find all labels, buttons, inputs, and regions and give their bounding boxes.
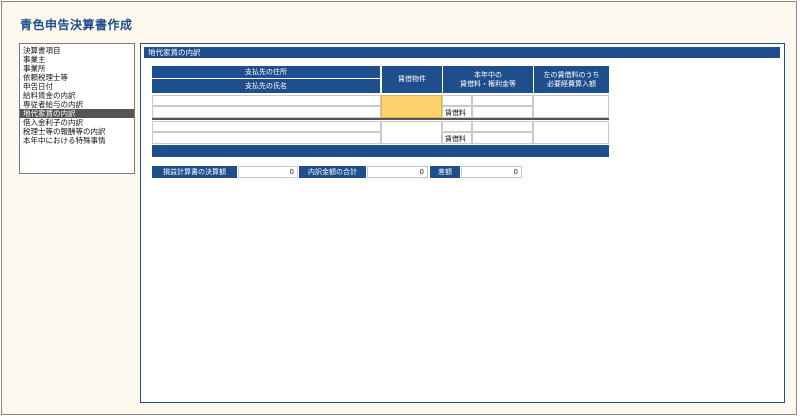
pl-amount-value[interactable]: 0 <box>238 166 298 178</box>
breakdown-total-value[interactable]: 0 <box>367 166 428 178</box>
expense-input-2[interactable] <box>533 121 609 144</box>
sidebar-item[interactable]: 専従者給与の内訳 <box>20 100 134 109</box>
payee-name-input-1[interactable] <box>152 106 381 118</box>
app-title: 青色申告決算書作成 <box>20 18 133 32</box>
main-panel: 地代家賃の内訳 支払先の住所 支払先の氏名 賃借物件 本年中の 賃借料・権利金等… <box>140 43 785 403</box>
sidebar-item[interactable]: 給料賃金の内訳 <box>20 91 134 100</box>
col-header-payee-name: 支払先の氏名 <box>152 79 380 93</box>
amount-input-2b[interactable] <box>472 132 533 144</box>
payee-address-input-2[interactable] <box>152 121 381 132</box>
difference-value[interactable]: 0 <box>461 166 522 178</box>
expense-input-1[interactable] <box>533 95 609 118</box>
breakdown-total-label: 内訳金額の合計 <box>299 166 366 178</box>
sidebar-item[interactable]: 借入金利子の内訳 <box>20 118 134 127</box>
app-window: 青色申告決算書作成 決算書項目 事業主 事業所 依頼税理士等 申告日付 給料賃金の内訳 専従… <box>1 1 797 415</box>
key-money-input-1[interactable] <box>442 95 472 106</box>
amount-input-2a[interactable] <box>472 121 533 132</box>
sidebar-item[interactable]: 事業主 <box>20 55 134 64</box>
sidebar-list[interactable]: 決算書項目 事業主 事業所 依頼税理士等 申告日付 給料賃金の内訳 専従者給与の内訳 地代家賃… <box>19 43 135 174</box>
property-input-2[interactable] <box>381 121 442 144</box>
payee-name-input-2[interactable] <box>152 132 381 144</box>
pl-amount-label: 損益計算書の決算額 <box>152 166 237 178</box>
table-footer-band <box>152 145 609 157</box>
payee-address-input-1[interactable] <box>152 95 381 106</box>
sidebar-item[interactable]: 申告日付 <box>20 82 134 91</box>
difference-label: 差額 <box>430 166 460 178</box>
sidebar-item[interactable]: 依頼税理士等 <box>20 73 134 82</box>
sidebar-item[interactable]: 地代家賃の内訳 <box>20 109 134 118</box>
rent-label-2: 賃借料 <box>442 132 472 144</box>
col-header-amount: 本年中の 賃借料・権利金等 <box>442 66 533 93</box>
sidebar-item[interactable]: 事業所 <box>20 64 134 73</box>
property-input-1[interactable] <box>381 95 442 118</box>
amount-input-1b[interactable] <box>472 106 533 118</box>
key-money-input-2[interactable] <box>442 121 472 132</box>
sidebar-item[interactable]: 税理士等の報酬等の内訳 <box>20 127 134 136</box>
col-header-property: 賃借物件 <box>381 66 442 93</box>
section-title: 地代家賃の内訳 <box>144 47 780 58</box>
col-header-expense: 左の賃借料のうち 必要経費算入額 <box>533 66 609 93</box>
row-divider <box>152 118 609 120</box>
rent-label-1: 賃借料 <box>442 106 472 118</box>
sidebar-item[interactable]: 決算書項目 <box>20 46 134 55</box>
sidebar-item[interactable]: 本年中における特殊事情 <box>20 136 134 145</box>
col-header-payee-address: 支払先の住所 <box>152 66 380 79</box>
amount-input-1a[interactable] <box>472 95 533 106</box>
